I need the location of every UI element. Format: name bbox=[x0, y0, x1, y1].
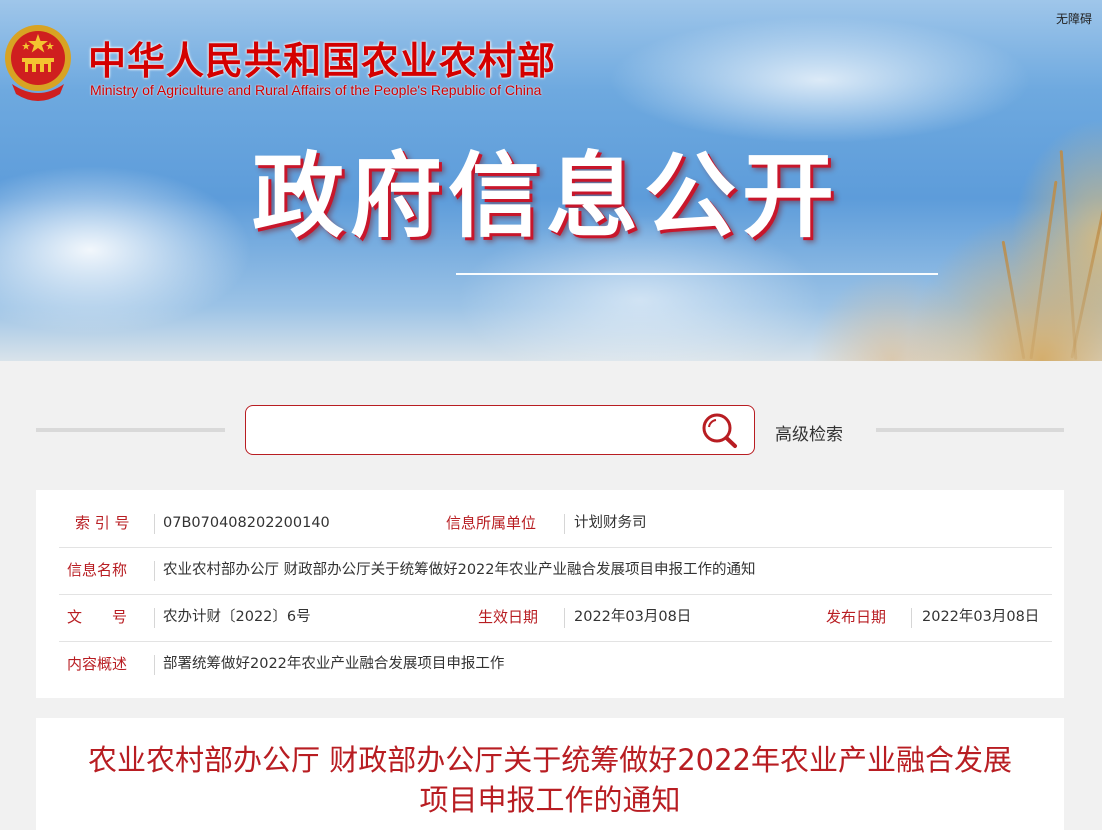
search-deco-line-left bbox=[36, 428, 225, 432]
article-panel: 农业农村部办公厅 财政部办公厅关于统筹做好2022年农业产业融合发展项目申报工作… bbox=[36, 718, 1064, 830]
info-name-value: 农业农村部办公厅 财政部办公厅关于统筹做好2022年农业产业融合发展项目申报工作… bbox=[163, 562, 756, 578]
effective-date-value: 2022年03月08日 bbox=[574, 609, 692, 625]
column-divider bbox=[154, 514, 155, 534]
column-divider bbox=[564, 608, 565, 628]
search-input[interactable] bbox=[258, 414, 692, 448]
column-divider bbox=[154, 561, 155, 581]
column-divider bbox=[154, 655, 155, 675]
table-row: 文 号 农办计财〔2022〕6号 生效日期 2022年03月08日 发布日期 2… bbox=[59, 594, 1052, 642]
article-title: 农业农村部办公厅 财政部办公厅关于统筹做好2022年农业产业融合发展项目申报工作… bbox=[87, 743, 1013, 817]
table-row: 信息名称 农业农村部办公厅 财政部办公厅关于统筹做好2022年农业产业融合发展项… bbox=[59, 547, 1052, 595]
column-divider bbox=[911, 608, 912, 628]
ministry-logo-en[interactable]: Ministry of Agriculture and Rural Affair… bbox=[90, 82, 541, 98]
summary-label: 内容概述 bbox=[67, 655, 128, 673]
search-box bbox=[245, 405, 755, 455]
doc-number-value: 农办计财〔2022〕6号 bbox=[163, 609, 311, 625]
info-name-label: 信息名称 bbox=[67, 561, 128, 579]
index-number-label: 索 引 号 bbox=[75, 514, 130, 532]
info-unit-value: 计划财务司 bbox=[574, 515, 647, 531]
accessibility-link[interactable]: 无障碍 bbox=[1056, 10, 1092, 27]
search-deco-line-right bbox=[876, 428, 1064, 432]
search-icon[interactable] bbox=[700, 411, 740, 449]
banner-divider bbox=[456, 273, 938, 275]
national-emblem-icon bbox=[5, 25, 71, 101]
header-banner: 无障碍 中华人民共和国农业农村部 Ministry of Agriculture… bbox=[0, 0, 1102, 361]
table-row: 内容概述 部署统筹做好2022年农业产业融合发展项目申报工作 bbox=[59, 641, 1052, 688]
summary-value: 部署统筹做好2022年农业产业融合发展项目申报工作 bbox=[163, 656, 505, 672]
banner-title: 政府信息公开 bbox=[252, 143, 841, 250]
publish-date-label: 发布日期 bbox=[826, 608, 887, 626]
publish-date-value: 2022年03月08日 bbox=[922, 609, 1040, 625]
ministry-logo-cn[interactable]: 中华人民共和国农业农村部 bbox=[88, 30, 556, 85]
column-divider bbox=[154, 608, 155, 628]
info-metadata-table: 索 引 号 07B070408202200140 信息所属单位 计划财务司 信息… bbox=[36, 490, 1064, 698]
info-unit-label: 信息所属单位 bbox=[446, 514, 537, 532]
effective-date-label: 生效日期 bbox=[478, 608, 539, 626]
advanced-search-link[interactable]: 高级检索 bbox=[775, 420, 843, 445]
table-row: 索 引 号 07B070408202200140 信息所属单位 计划财务司 bbox=[59, 500, 1052, 548]
doc-number-label: 文 号 bbox=[67, 608, 128, 626]
index-number-value: 07B070408202200140 bbox=[163, 515, 330, 531]
column-divider bbox=[564, 514, 565, 534]
